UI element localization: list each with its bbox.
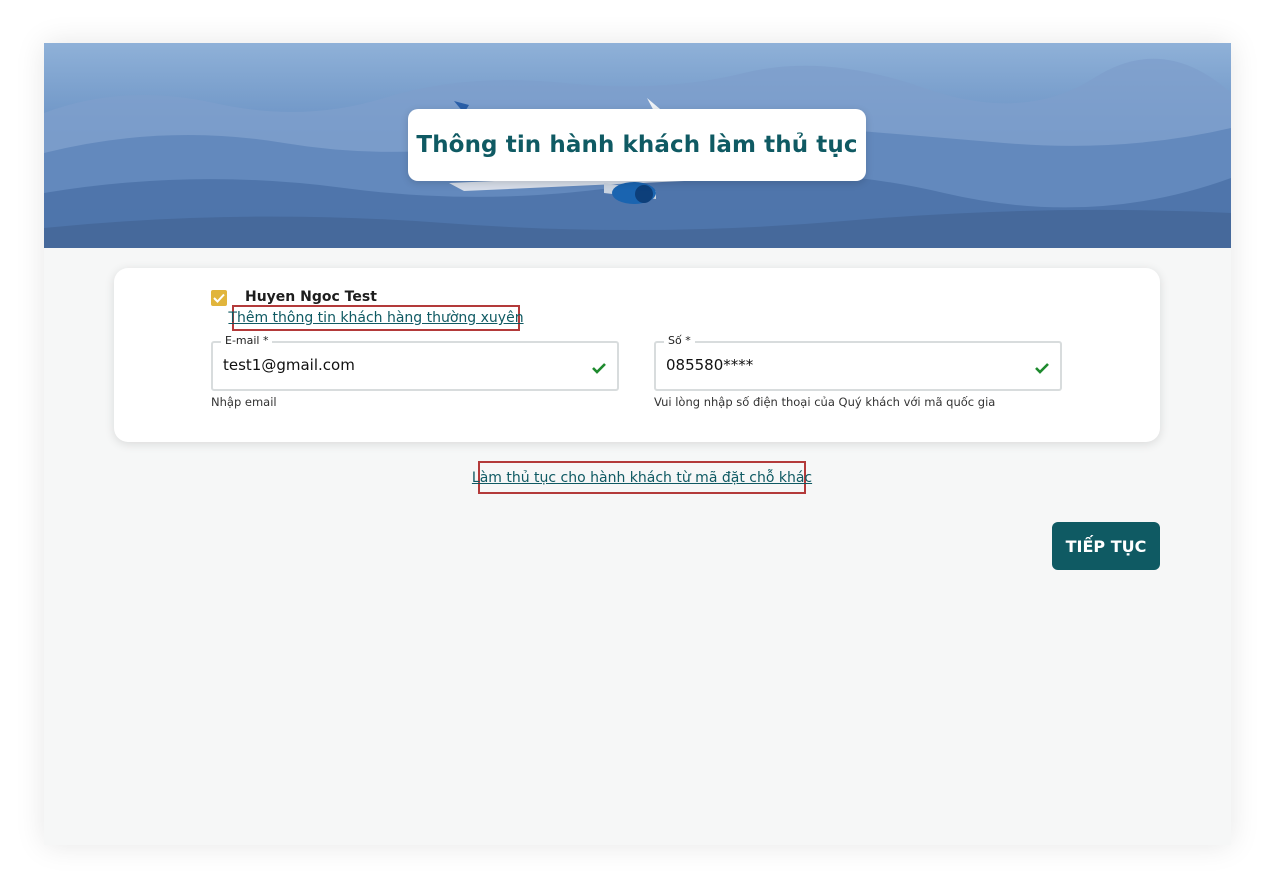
frequent-flyer-link-highlight: Thêm thông tin khách hàng thường xuyên <box>228 305 524 331</box>
phone-field[interactable]: Số * 085580**** <box>654 334 1062 391</box>
checkin-page: Thông tin hành khách làm thủ tục Huyen N… <box>44 43 1231 845</box>
checkin-other-booking-link[interactable]: Làm thủ tục cho hành khách từ mã đặt chỗ… <box>472 470 812 486</box>
email-field[interactable]: E-mail * test1@gmail.com <box>211 334 619 391</box>
email-helper-text: Nhập email <box>211 395 277 409</box>
page-title-card: Thông tin hành khách làm thủ tục <box>408 109 866 181</box>
email-label: E-mail * <box>221 334 273 347</box>
hero-banner: Thông tin hành khách làm thủ tục <box>44 43 1231 248</box>
phone-input[interactable]: 085580**** <box>666 356 753 374</box>
email-input[interactable]: test1@gmail.com <box>223 356 355 374</box>
check-icon <box>592 363 606 374</box>
passenger-checkbox[interactable] <box>211 290 227 306</box>
phone-label: Số * <box>664 334 695 347</box>
other-booking-link-highlight: Làm thủ tục cho hành khách từ mã đặt chỗ… <box>472 461 812 494</box>
checkbox-checked-icon <box>213 293 225 303</box>
passenger-name: Huyen Ngoc Test <box>245 289 377 305</box>
phone-helper-text: Vui lòng nhập số điện thoại của Quý khác… <box>654 395 996 409</box>
check-icon <box>1035 363 1049 374</box>
add-frequent-flyer-link[interactable]: Thêm thông tin khách hàng thường xuyên <box>228 310 523 326</box>
continue-button[interactable]: TIẾP TỤC <box>1052 522 1160 570</box>
passenger-card: Huyen Ngoc Test Thêm thông tin khách hàn… <box>114 268 1160 442</box>
page-title: Thông tin hành khách làm thủ tục <box>416 132 858 158</box>
